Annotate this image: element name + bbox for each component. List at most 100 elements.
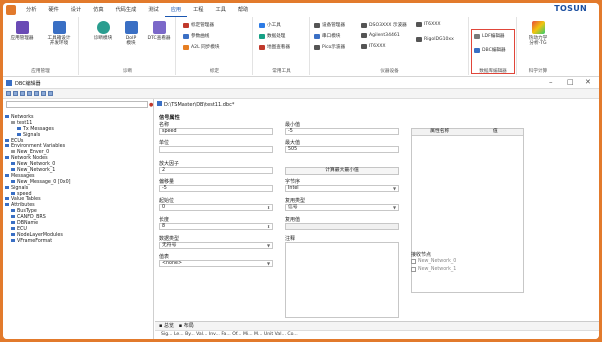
- tree-node-icon: [11, 232, 15, 236]
- save-as-icon[interactable]: [27, 91, 32, 96]
- valtable-select[interactable]: <none>: [159, 260, 273, 267]
- dtc-viewer-button[interactable]: DTC查看器: [144, 21, 174, 41]
- tree-node-icon: [5, 173, 9, 177]
- ribbon-tab[interactable]: 分析: [20, 3, 42, 17]
- serial-icon: [314, 33, 320, 39]
- comment-textarea[interactable]: [285, 242, 399, 318]
- app-manager-button[interactable]: 应用管理器: [7, 21, 37, 41]
- maximize-button[interactable]: □: [567, 78, 574, 86]
- name-field[interactable]: speed: [159, 128, 273, 135]
- muxval-field[interactable]: [285, 223, 399, 230]
- minimize-button[interactable]: –: [549, 78, 553, 86]
- length-stepper[interactable]: 8: [159, 223, 273, 230]
- datatype-select[interactable]: 无符号: [159, 242, 273, 249]
- refresh-icon[interactable]: [34, 91, 39, 96]
- group-label: 标定: [209, 69, 220, 74]
- new-db-icon[interactable]: [6, 91, 11, 96]
- data-process-button[interactable]: 数据处理: [259, 33, 285, 39]
- rigol-button[interactable]: RigolDG10xx: [416, 37, 454, 42]
- it6xxx-button[interactable]: IT6XXX: [416, 22, 441, 27]
- app-menu-icon[interactable]: [6, 5, 16, 15]
- tree-item-label: Attributes: [11, 203, 35, 209]
- ribbon-tab[interactable]: 应用: [164, 3, 188, 17]
- device-manager-button[interactable]: 设备管理器: [314, 22, 345, 28]
- checkbox-icon: [411, 267, 416, 272]
- close-button[interactable]: ✕: [585, 78, 591, 86]
- param-curve-button[interactable]: 参数曲线: [183, 33, 209, 39]
- valtable-label: 值表: [159, 254, 170, 260]
- attr-value-header[interactable]: 值: [468, 129, 524, 135]
- factor-field[interactable]: 2: [159, 167, 273, 174]
- tab-layout[interactable]: ▪ 布局: [179, 323, 194, 329]
- tree-node-icon: [11, 162, 15, 166]
- tree-search-input[interactable]: [6, 101, 148, 108]
- tree-node-icon: [11, 150, 15, 154]
- group-calibration: 标定管理器 参数曲线 A2L 同步模块 标定: [177, 17, 253, 75]
- thermo-analysis-button[interactable]: 热动力学 分析-TG: [520, 21, 556, 46]
- tree-item-label: test11: [17, 120, 33, 126]
- tree-item-label: ECUs: [11, 138, 24, 144]
- ribbon-tab[interactable]: 代码生成: [110, 3, 143, 17]
- ribbon-tab[interactable]: 工具: [210, 3, 232, 17]
- pico-scope-button[interactable]: Pico示波器: [314, 44, 345, 50]
- open-db-icon[interactable]: [13, 91, 18, 96]
- startbit-label: 起始位: [159, 198, 175, 204]
- save-db-icon[interactable]: [20, 91, 25, 96]
- small-tools-button[interactable]: 小工具: [259, 22, 281, 28]
- ribbon-tab[interactable]: 设计: [65, 3, 87, 17]
- clear-search-icon[interactable]: ●: [149, 102, 153, 108]
- spin-icon[interactable]: ⬍: [267, 224, 270, 229]
- app-frame: 分析 硬件 设计 仿真 代码生成 测试 应用 工程 工具 帮助 TOSUN 应用管理器 工具箱设计…: [3, 3, 599, 339]
- dso-scope-button[interactable]: DSO3XXX 示波器: [361, 22, 407, 28]
- a2l-sync-button[interactable]: A2L 同步模块: [183, 44, 219, 50]
- serial-module-button[interactable]: 串口模块: [314, 33, 340, 39]
- muxtype-select[interactable]: 信号: [285, 204, 399, 211]
- byteorder-select[interactable]: Intel: [285, 185, 399, 192]
- export-icon[interactable]: [48, 91, 53, 96]
- ribbon-tab[interactable]: 仿真: [87, 3, 109, 17]
- ribbon: 应用管理器 工具箱设计 开发环境 应用管理 诊断模块 DoIP 模块 DTC查看…: [3, 17, 599, 77]
- attr-name-header[interactable]: 属性名称: [412, 129, 468, 135]
- tree-item-label: Networks: [11, 115, 34, 120]
- group-label: 诊断: [122, 69, 133, 74]
- signal-list-header: Sig... Le... By... Val... Inv... Fa... O…: [155, 330, 599, 339]
- doip-button[interactable]: DoIP 模块: [120, 21, 142, 46]
- tree-node-icon: [17, 126, 21, 130]
- spin-icon[interactable]: ⬍: [267, 205, 270, 210]
- tree-node-icon: [5, 138, 9, 142]
- toolbox-icon: [52, 21, 66, 34]
- ribbon-tab[interactable]: 测试: [142, 3, 164, 17]
- it6xxx-button-2[interactable]: IT6XXX: [361, 44, 386, 49]
- window-title: DBC编辑器: [15, 81, 41, 87]
- receiver-checkbox[interactable]: New_Network_0: [411, 259, 456, 264]
- toolbox-dev-button[interactable]: 工具箱设计 开发环境: [41, 21, 77, 46]
- settings-icon[interactable]: [41, 91, 46, 96]
- startbit-stepper[interactable]: 0: [159, 204, 273, 211]
- max-field[interactable]: 505: [285, 146, 399, 153]
- tree-node-icon: [11, 221, 15, 225]
- unit-field[interactable]: [159, 146, 273, 153]
- diag-module-button[interactable]: 诊断模块: [90, 21, 116, 41]
- calib-manager-button[interactable]: 标定管理器: [183, 22, 214, 28]
- tree-item-label: CANFD_BRS: [17, 215, 46, 221]
- offset-label: 偏移量: [159, 179, 175, 185]
- length-label: 长度: [159, 217, 170, 223]
- ribbon-tab[interactable]: 帮助: [232, 3, 254, 17]
- ribbon-tab[interactable]: 工程: [187, 3, 209, 17]
- file-path: D:\TSMaster\DB\test11.dbc*: [157, 101, 234, 108]
- receiver-checkbox[interactable]: New_Network_1: [411, 267, 456, 272]
- thermo-icon: [531, 21, 545, 34]
- tree-node-icon: [11, 120, 15, 124]
- map-viewer-button[interactable]: 地图查看器: [259, 44, 290, 50]
- agilent-button[interactable]: Agilent34461: [361, 33, 400, 38]
- receivers-label: 接收节点: [411, 252, 432, 258]
- offset-field[interactable]: -5: [159, 185, 273, 192]
- min-field[interactable]: -5: [285, 128, 399, 135]
- group-app-management: 应用管理器 工具箱设计 开发环境 应用管理: [3, 17, 79, 75]
- tree-node-icon: [5, 156, 9, 160]
- tab-overview[interactable]: ▪ 总览: [159, 323, 174, 329]
- ribbon-tab[interactable]: 硬件: [42, 3, 64, 17]
- map-icon: [259, 44, 265, 50]
- calc-minmax-button[interactable]: 计算最大最小值: [285, 167, 399, 175]
- tree-item[interactable]: VFrameFormat: [5, 238, 153, 245]
